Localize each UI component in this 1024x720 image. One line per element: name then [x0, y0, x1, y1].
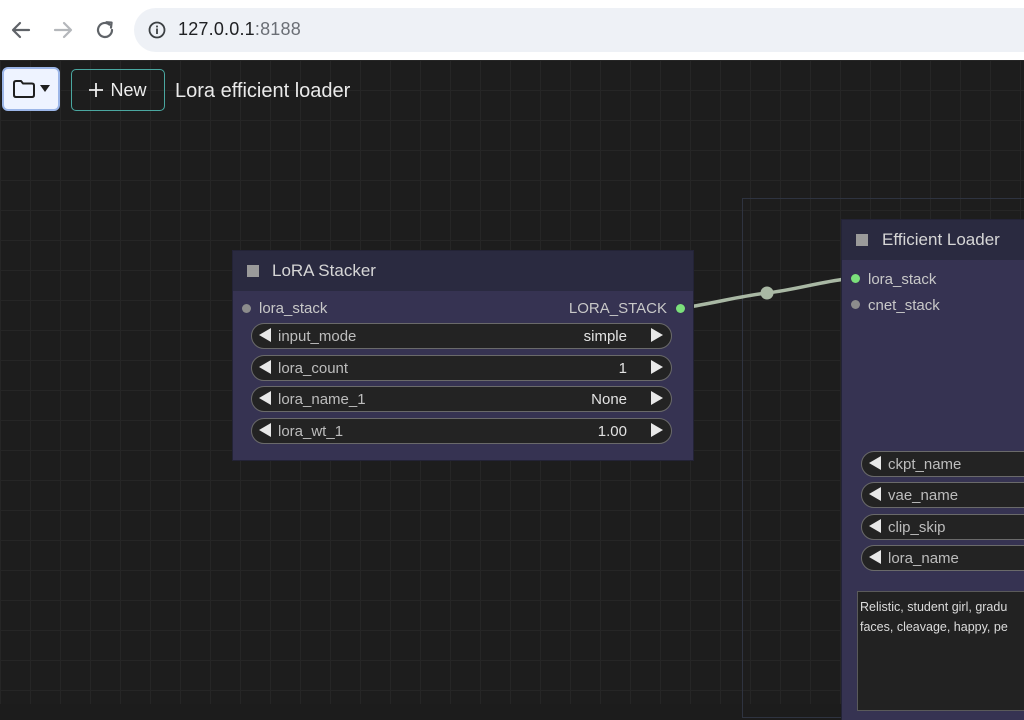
output-slot-label: LORA_STACK: [568, 300, 667, 317]
widget-label: clip_skip: [888, 519, 946, 536]
decrement-arrow-icon[interactable]: [869, 487, 881, 501]
input-slot-lora-stack[interactable]: [851, 274, 860, 283]
workflow-menu-button[interactable]: [2, 67, 60, 111]
increment-arrow-icon[interactable]: [651, 391, 663, 405]
decrement-arrow-icon[interactable]: [259, 391, 271, 405]
widget-value: 1: [618, 360, 627, 377]
widget-label: lora_wt_1: [278, 423, 344, 440]
widget-lora-name-1[interactable]: lora_name_1 None: [251, 386, 672, 412]
widget-label: input_mode: [278, 328, 357, 345]
widget-label: ckpt_name: [888, 456, 962, 473]
input-slot-label: lora_stack: [259, 300, 328, 317]
plus-icon: [89, 83, 104, 97]
increment-arrow-icon[interactable]: [651, 360, 663, 374]
decrement-arrow-icon[interactable]: [259, 328, 271, 342]
widget-label: lora_name: [888, 550, 959, 567]
widget-value: None: [591, 391, 627, 408]
node-title: Efficient Loader: [882, 230, 1000, 249]
output-slot-lora-stack[interactable]: [676, 304, 685, 313]
widget-lora-count[interactable]: lora_count 1: [251, 355, 672, 381]
decrement-arrow-icon[interactable]: [869, 519, 881, 533]
caret-down-icon: [40, 85, 50, 92]
increment-arrow-icon[interactable]: [651, 328, 663, 342]
widget-label: vae_name: [888, 487, 959, 504]
folder-icon: [13, 80, 35, 98]
collapse-toggle[interactable]: [247, 265, 259, 277]
link-midpoint-handle[interactable]: [760, 286, 774, 300]
node-header[interactable]: Efficient Loader: [842, 220, 1024, 260]
increment-arrow-icon[interactable]: [651, 423, 663, 437]
input-slot-lora-stack[interactable]: [242, 304, 251, 313]
input-slot-cnet-stack[interactable]: [851, 300, 860, 309]
decrement-arrow-icon[interactable]: [869, 550, 881, 564]
lora-stacker-node[interactable]: LoRA Stacker lora_stack LORA_STACK input…: [233, 251, 693, 460]
widget-value: 1.00: [597, 423, 627, 440]
new-workflow-button[interactable]: New: [71, 69, 165, 111]
node-header[interactable]: LoRA Stacker: [233, 251, 693, 291]
widget-ckpt-name[interactable]: ckpt_name: [861, 451, 1024, 477]
collapse-toggle[interactable]: [856, 234, 868, 246]
positive-prompt-textarea[interactable]: Relistic, student girl, gradu faces, cle…: [857, 591, 1024, 711]
input-slot-label: cnet_stack: [868, 297, 940, 314]
decrement-arrow-icon[interactable]: [869, 456, 881, 470]
decrement-arrow-icon[interactable]: [259, 423, 271, 437]
widget-vae-name[interactable]: vae_name: [861, 482, 1024, 508]
widget-lora-wt-1[interactable]: lora_wt_1 1.00: [251, 418, 672, 444]
input-slot-label: lora_stack: [868, 271, 937, 288]
widget-label: lora_name_1: [278, 391, 366, 408]
widget-lora-name[interactable]: lora_name: [861, 545, 1024, 571]
workflow-title: Lora efficient loader: [175, 80, 351, 102]
widget-clip-skip[interactable]: clip_skip: [861, 514, 1024, 540]
widget-label: lora_count: [278, 360, 349, 377]
widget-value: simple: [583, 328, 627, 345]
decrement-arrow-icon[interactable]: [259, 360, 271, 374]
node-title: LoRA Stacker: [272, 261, 376, 280]
widget-input-mode[interactable]: input_mode simple: [251, 323, 672, 349]
new-button-label: New: [110, 79, 147, 100]
